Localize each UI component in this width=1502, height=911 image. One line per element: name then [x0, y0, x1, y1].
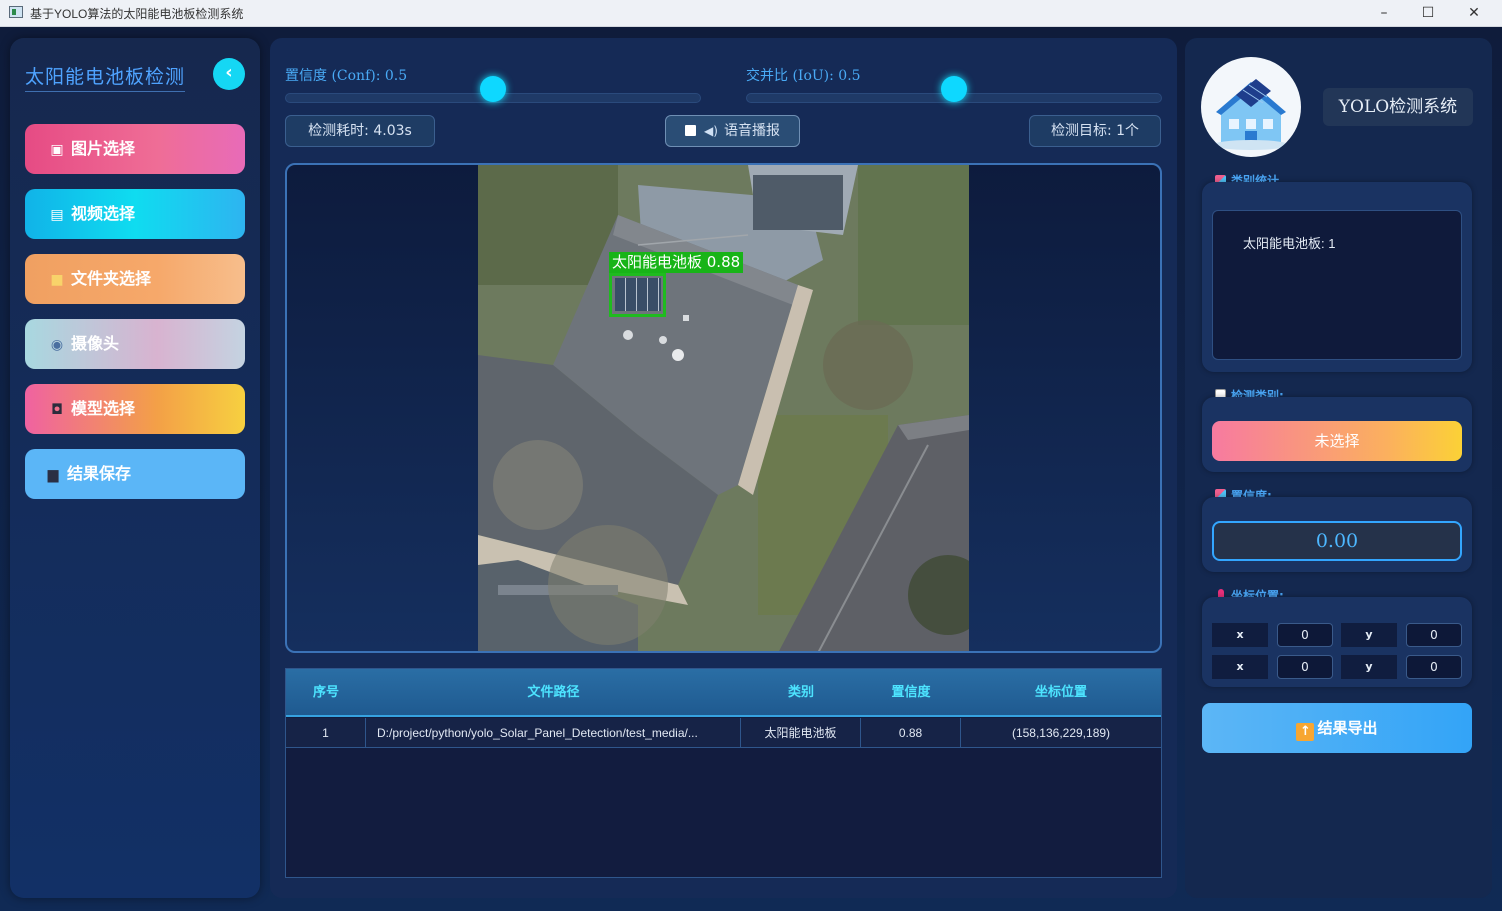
house-logo — [1201, 57, 1301, 157]
coord-y2-label: y — [1341, 655, 1397, 679]
conf-slider-label: 置信度 (Conf): 0.5 — [285, 68, 408, 84]
confidence-card: 0.00 — [1202, 497, 1472, 572]
detection-label: 太阳能电池板 0.88 — [609, 252, 744, 273]
col-index: 序号 — [312, 685, 339, 700]
cell-class: 太阳能电池板 — [741, 718, 861, 748]
cell-index: 1 — [286, 718, 366, 748]
aerial-image: 太阳能电池板 0.88 — [478, 165, 969, 651]
class-select-dropdown[interactable]: 未选择 — [1212, 421, 1462, 461]
export-results-button[interactable]: ↑ 结果导出 — [1202, 703, 1472, 753]
folder-icon: ■ — [50, 272, 64, 288]
window-title-bar: 基于YOLO算法的太阳能电池板检测系统 – ☐ ✕ — [0, 0, 1502, 27]
coord-y2-value: 0 — [1406, 655, 1462, 679]
col-confidence: 置信度 — [891, 685, 931, 700]
iou-slider-label: 交并比 (IoU): 0.5 — [746, 68, 861, 84]
class-stats-box: 太阳能电池板: 1 — [1212, 210, 1462, 360]
image-select-label: 图片选择 — [71, 139, 136, 158]
app-icon — [9, 6, 23, 18]
robot-icon: ◘ — [51, 402, 63, 418]
clapperboard-icon: ▤ — [50, 207, 64, 223]
voice-broadcast-toggle[interactable]: ◀) 语音播报 — [665, 115, 800, 147]
col-class: 类别 — [787, 685, 814, 700]
window-title: 基于YOLO算法的太阳能电池板检测系统 — [30, 7, 244, 21]
target-count-badge: 检测目标: 1个 — [1029, 115, 1161, 147]
camera-label: 摄像头 — [71, 334, 120, 353]
maximize-button[interactable]: ☐ — [1405, 2, 1451, 24]
table-row[interactable]: 1 D:/project/python/yolo_Solar_Panel_Det… — [286, 718, 1161, 748]
folder-select-label: 文件夹选择 — [71, 269, 152, 288]
sidebar: 太阳能电池板检测 ‹ ▣ 图片选择 ▤ 视频选择 ■ 文件夹选择 ◉ 摄像头 ◘ 模型选择… — [10, 38, 260, 898]
image-select-button[interactable]: ▣ 图片选择 — [25, 124, 245, 174]
aerial-photo-drawing — [478, 165, 969, 651]
coord-x2-label: x — [1212, 655, 1268, 679]
coords-card: x 0 y 0 x 0 y 0 — [1202, 597, 1472, 687]
coord-x1-label: x — [1212, 623, 1268, 647]
folder-select-button[interactable]: ■ 文件夹选择 — [25, 254, 245, 304]
col-path: 文件路径 — [527, 685, 580, 700]
cell-confidence: 0.88 — [861, 718, 961, 748]
detection-bounding-box — [609, 273, 666, 317]
detection-time-badge: 检测耗时: 4.03s — [285, 115, 435, 147]
close-button[interactable]: ✕ — [1451, 2, 1497, 24]
coord-x1-value: 0 — [1277, 623, 1333, 647]
model-select-label: 模型选择 — [71, 399, 136, 418]
chevron-left-icon: ‹ — [225, 62, 233, 83]
voice-checkbox[interactable] — [685, 125, 697, 136]
webcam-icon: ◉ — [50, 337, 64, 353]
export-results-label: 结果导出 — [1317, 719, 1378, 737]
detect-class-card: 未选择 — [1202, 397, 1472, 472]
model-select-button[interactable]: ◘ 模型选择 — [25, 384, 245, 434]
col-coords: 坐标位置 — [1034, 685, 1087, 700]
house-solar-icon — [1213, 79, 1289, 150]
image-icon: ▣ — [50, 142, 64, 158]
table-header: 序号 文件路径 类别 置信度 坐标位置 — [286, 669, 1161, 717]
coord-y1-label: y — [1341, 623, 1397, 647]
results-table: 序号 文件路径 类别 置信度 坐标位置 1 D:/project/python/… — [285, 668, 1162, 878]
floppy-icon: ▆ — [47, 467, 59, 483]
video-select-label: 视频选择 — [71, 204, 136, 223]
cell-coords: (158,136,229,189) — [1011, 726, 1111, 740]
save-results-button[interactable]: ▆ 结果保存 — [25, 449, 245, 499]
collapse-sidebar-button[interactable]: ‹ — [213, 58, 245, 90]
coord-x2-value: 0 — [1277, 655, 1333, 679]
cell-path: D:/project/python/yolo_Solar_Panel_Detec… — [366, 718, 741, 748]
voice-broadcast-label: 语音播报 — [723, 123, 780, 139]
class-stats-card: 太阳能电池板: 1 — [1202, 182, 1472, 372]
save-results-label: 结果保存 — [67, 464, 132, 483]
camera-button[interactable]: ◉ 摄像头 — [25, 319, 245, 369]
app-body: 太阳能电池板检测 ‹ ▣ 图片选择 ▤ 视频选择 ■ 文件夹选择 ◉ 摄像头 ◘ 模型选择… — [0, 27, 1502, 911]
image-viewer: 太阳能电池板 0.88 — [285, 163, 1162, 653]
brand-title: 太阳能电池板检测 — [25, 62, 186, 92]
main-panel: 置信度 (Conf): 0.5 交并比 (IoU): 0.5 检测耗时: 4.0… — [270, 38, 1177, 898]
info-panel: YOLO检测系统 类别统计 太阳能电池板: 1 检测类别: 未选择 置信度: 0… — [1185, 38, 1492, 898]
iou-slider-thumb[interactable] — [941, 76, 967, 102]
conf-slider-thumb[interactable] — [480, 76, 506, 102]
speaker-icon: ◀) — [704, 124, 718, 138]
confidence-display: 0.00 — [1212, 521, 1462, 561]
upload-icon: ↑ — [1296, 723, 1315, 741]
system-title: YOLO检测系统 — [1323, 88, 1473, 126]
video-select-button[interactable]: ▤ 视频选择 — [25, 189, 245, 239]
coord-y1-value: 0 — [1406, 623, 1462, 647]
minimize-button[interactable]: – — [1361, 2, 1407, 24]
